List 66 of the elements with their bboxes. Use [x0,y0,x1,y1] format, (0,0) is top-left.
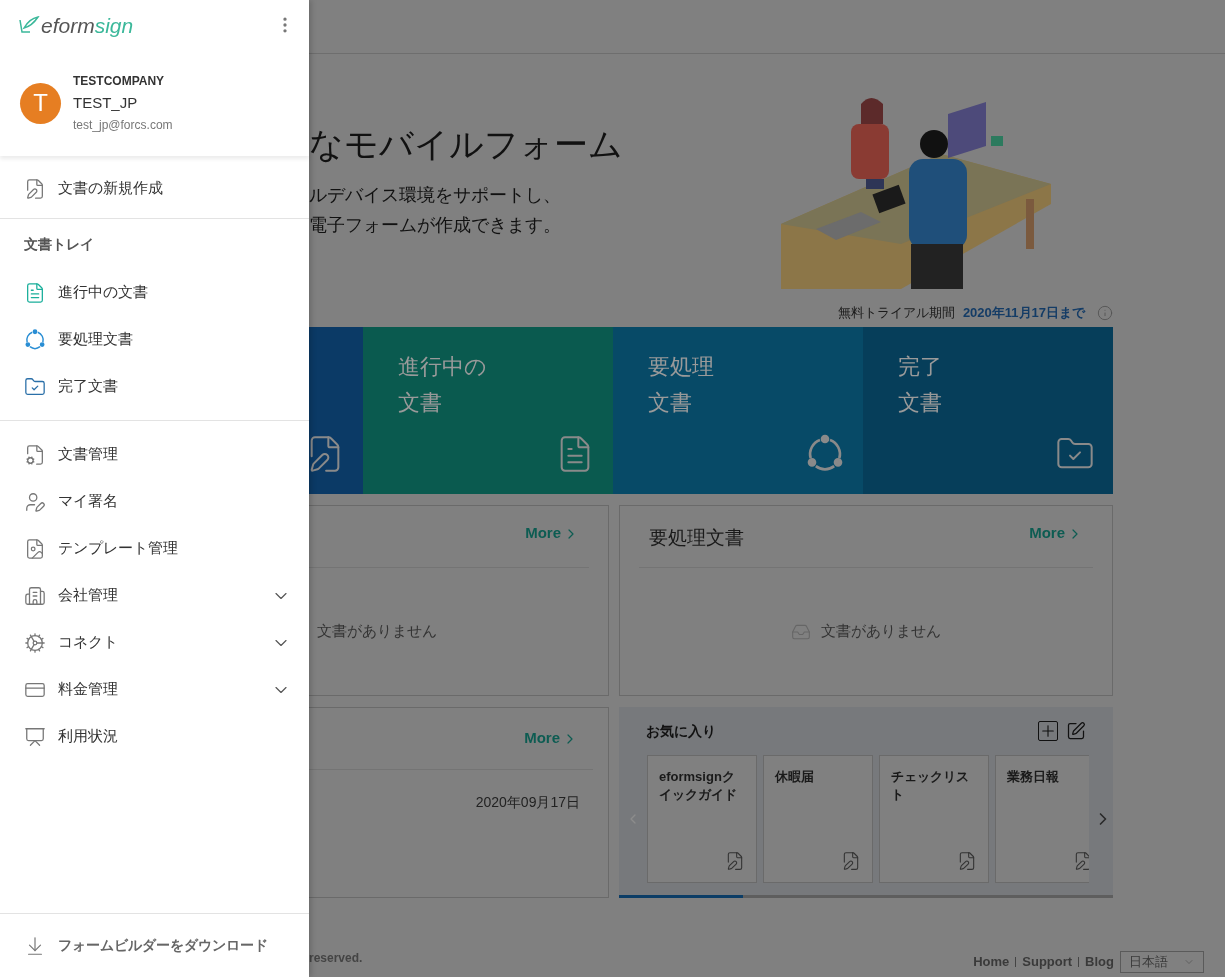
user-email: test_jp@forcs.com [73,117,173,135]
footer-link[interactable]: Home [973,952,1010,972]
building-icon [24,584,46,607]
document-edit-icon [841,851,861,871]
tray-tile[interactable]: 要処理 文書 [613,327,863,494]
card-title: 休暇届 [775,768,815,786]
card-title: eformsignクイックガイド [659,768,738,804]
trial-label: 無料トライアル期間 [837,304,955,323]
hero-text: 電子フォームが作成できます。 [309,214,562,237]
menu-item[interactable]: 完了文書 [58,375,118,398]
hero-text: ルデバイス環境をサポートし、 [309,184,562,207]
tray-tile[interactable]: 完了 文書 [863,327,1113,494]
menu-item[interactable]: 料金管理 [58,678,118,701]
tile-title: 進行中の 文書 [398,353,488,417]
menu-item[interactable]: マイ署名 [58,490,118,513]
folder-check-icon [24,375,46,398]
avatar: T [20,82,61,124]
feather-logo-icon [18,16,40,34]
person-pen-icon [24,490,46,513]
company-name: TESTCOMPANY [73,72,166,90]
cycle-icon [24,328,46,351]
edit-document-icon [24,177,46,200]
menu-item[interactable]: コネクト [58,631,118,654]
card-title: 業務日報 [1007,768,1060,786]
document-edit-icon [1073,851,1089,871]
cycle-icon [805,434,845,474]
card-title: チェックリスト [891,768,970,804]
tray-tile[interactable]: 進行中の 文書 [363,327,613,494]
brand-logo[interactable]: eformsign [41,14,134,36]
image-document-icon [24,537,46,560]
favorite-card[interactable]: チェックリスト [879,755,989,883]
chart-board-icon [24,725,46,748]
menu-item[interactable]: 要処理文書 [58,328,133,351]
document-edit-icon [725,851,745,871]
download-link[interactable]: フォームビルダーをダウンロード [58,935,268,956]
tray-tile[interactable] [309,327,363,494]
tile-title: 完了 文書 [898,353,943,417]
language-select[interactable]: 日本語 [1120,951,1204,973]
menu-item[interactable]: 利用状況 [58,725,118,748]
tile-title: 要処理 文書 [648,353,715,417]
favorites-title: お気に入り [646,721,716,741]
copyright-text: reserved. [309,950,363,967]
user-name: TEST_JP [73,92,139,113]
footer-link[interactable]: Support [1022,952,1073,972]
footer-link[interactable]: Blog [1085,952,1114,972]
favorite-card[interactable]: 業務日報 [995,755,1089,883]
favorite-card[interactable]: 休暇届 [763,755,873,883]
menu-item[interactable]: 会社管理 [58,584,118,607]
menu-item[interactable]: テンプレート管理 [58,537,178,560]
panel-title: 要処理文書 [649,526,744,551]
empty-message: 文書がありません [317,621,437,642]
edit-icon[interactable] [1066,721,1086,741]
favorite-card[interactable]: eformsignクイックガイド [647,755,757,883]
menu-item[interactable]: 進行中の文書 [58,281,148,304]
document-date: 2020年09月17日 [475,793,580,812]
document-gear-icon [24,443,46,466]
empty-message: 文書がありません [821,621,941,642]
menu-item[interactable]: 文書の新規作成 [58,177,163,200]
document-edit-icon [957,851,977,871]
menu-item[interactable]: 文書管理 [58,443,118,466]
trial-date: 2020年11月17日まで [962,304,1085,323]
hero-title: なモバイルフォーム [309,124,623,164]
gear-icon [24,631,46,654]
document-icon [24,281,46,304]
section-heading: 文書トレイ [24,234,94,254]
add-icon[interactable] [1038,721,1058,741]
